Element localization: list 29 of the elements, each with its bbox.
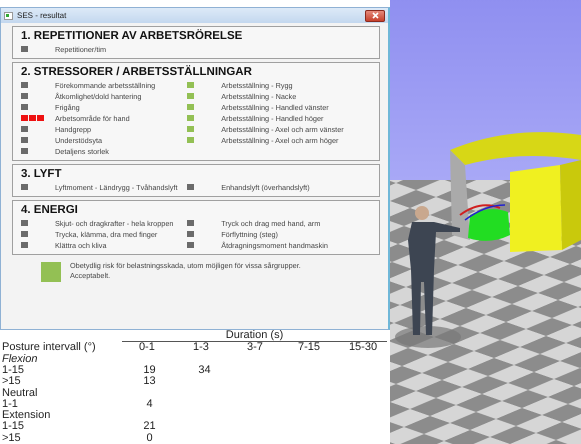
- table-cell-text: 1-15: [2, 364, 26, 376]
- close-icon: [372, 12, 378, 19]
- section-heading: 3. LYFT: [21, 167, 62, 182]
- column-header: 0-1: [138, 342, 156, 354]
- table-cell-text: 21: [142, 421, 157, 433]
- column-header: 3-7: [246, 342, 264, 354]
- table-cell-text: 4: [145, 398, 154, 410]
- table-cell-text: 0: [145, 432, 154, 444]
- table-cell-text: 13: [142, 376, 157, 388]
- table-cell-text: 1-1: [2, 398, 19, 410]
- close-button[interactable]: [365, 10, 385, 22]
- window-title: SES - resultat: [17, 12, 66, 20]
- column-group-header: Duration (s): [122, 330, 387, 342]
- table-cell-text: 1-15: [2, 421, 26, 433]
- table-cell-text: 34: [197, 364, 212, 376]
- column-header: 1-3: [192, 342, 210, 354]
- group-label: Flexion: [2, 354, 38, 365]
- section-heading: 2. STRESSORER / ARBETSSTÄLLNINGAR: [21, 65, 253, 80]
- section-heading: 4. ENERGI: [21, 203, 79, 218]
- table-cell-text: >15: [2, 376, 22, 388]
- group-label: Extension: [2, 410, 52, 422]
- group-label: Neutral: [2, 388, 38, 399]
- app-icon: [4, 12, 13, 20]
- table-cell-text: >15: [2, 432, 22, 444]
- column-header: 15-30: [348, 342, 378, 354]
- section-heading: 1. REPETITIONER AV ARBETSRÖRELSE: [21, 29, 244, 44]
- table-cell-text: 19: [142, 364, 157, 376]
- column-header: Posture intervall (°): [2, 342, 97, 354]
- column-header: 7-15: [296, 342, 321, 354]
